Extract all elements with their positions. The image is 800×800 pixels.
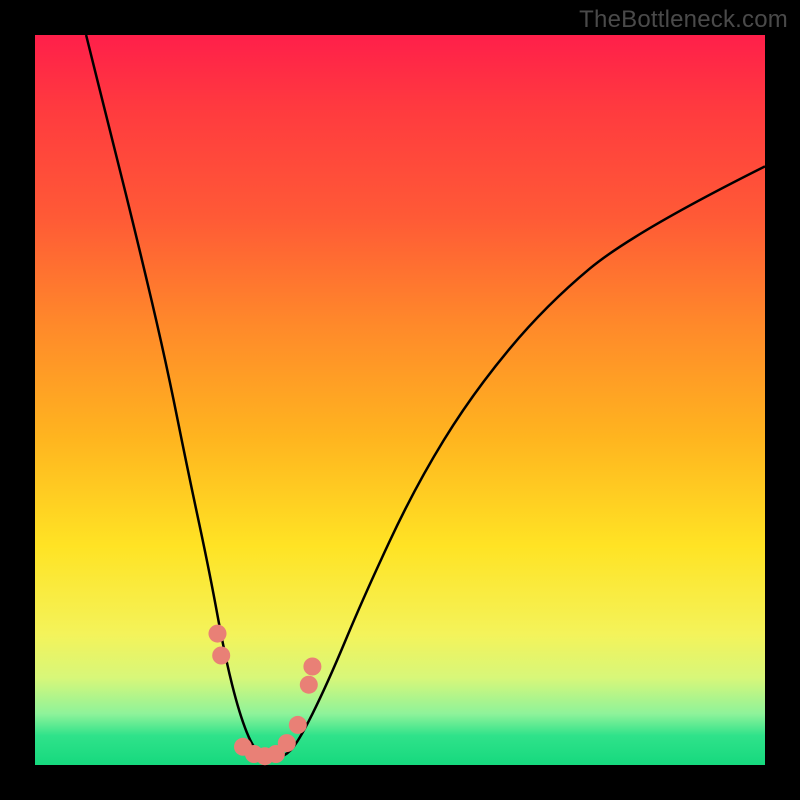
curve-marker (209, 625, 227, 643)
chart-frame: TheBottleneck.com (0, 0, 800, 800)
watermark-text: TheBottleneck.com (579, 6, 788, 34)
curve-marker (212, 647, 230, 665)
curve-markers (209, 625, 322, 766)
curve-marker (278, 734, 296, 752)
curve-marker (289, 716, 307, 734)
curve-marker (303, 658, 321, 676)
curve-layer (35, 35, 765, 765)
bottleneck-curve (86, 35, 765, 758)
plot-area (35, 35, 765, 765)
curve-marker (300, 676, 318, 694)
